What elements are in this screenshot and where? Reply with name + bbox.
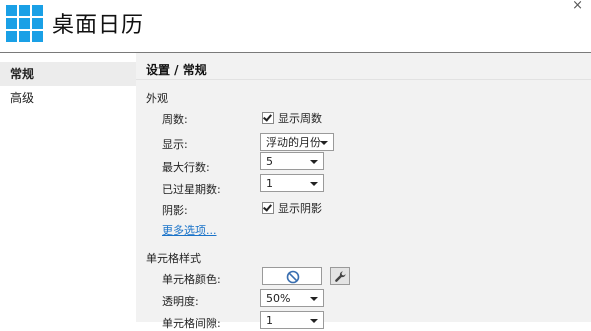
past-weeks-select[interactable]: 1 [260,174,324,192]
cell-color-label: 单元格颜色: [162,273,221,286]
wrench-icon [335,271,346,282]
more-options-link[interactable]: 更多选项... [162,222,217,238]
calendar-logo-icon [6,5,44,43]
sidebar: 常规 高级 [0,53,136,322]
settings-panel: 设置 / 常规 外观 周数: 显示周数 显示: 浮动的月份 最大行数: 5 已过… [136,53,591,330]
past-weeks-label: 已过星期数: [162,183,221,196]
chevron-down-icon [310,297,318,301]
opacity-select[interactable]: 50% [260,289,324,307]
max-rows-select[interactable]: 5 [260,152,324,170]
divider [136,79,591,80]
week-number-label: 周数: [162,113,188,126]
chevron-down-icon [310,182,318,186]
app-title: 桌面日历 [52,13,145,38]
no-color-icon [286,270,300,284]
shadow-label: 阴影: [162,204,188,217]
cell-spacing-select[interactable]: 1 [260,311,324,329]
cell-style-heading: 单元格样式 [146,252,201,265]
opacity-label: 透明度: [162,295,199,308]
checkbox-checked-icon[interactable] [262,202,274,214]
week-number-checkbox[interactable]: 显示周数 [262,110,322,126]
app-header: 桌面日历 × [0,0,591,53]
cell-spacing-label: 单元格间隙: [162,317,221,330]
color-settings-button[interactable] [330,267,350,285]
page-title: 设置 / 常规 [146,63,207,77]
cell-color-picker[interactable] [262,267,322,285]
chevron-down-icon [310,319,318,323]
max-rows-label: 最大行数: [162,161,210,174]
display-label: 显示: [162,138,188,151]
sidebar-item-advanced[interactable]: 高级 [0,86,136,110]
chevron-down-icon [320,141,328,145]
chevron-down-icon [310,160,318,164]
close-button[interactable]: × [572,0,583,12]
appearance-heading: 外观 [146,92,168,105]
shadow-checkbox[interactable]: 显示阴影 [262,200,322,216]
sidebar-item-general[interactable]: 常规 [0,62,136,86]
display-select[interactable]: 浮动的月份 [260,133,334,151]
checkbox-checked-icon[interactable] [262,112,274,124]
